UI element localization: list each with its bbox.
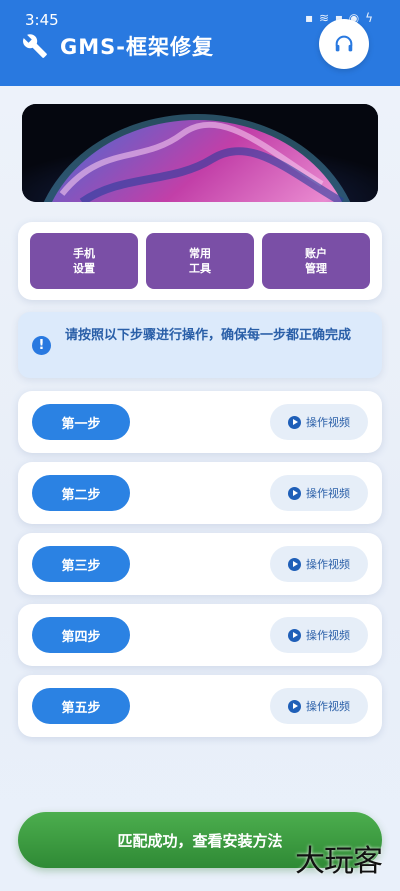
step-3-button[interactable]: 第三步	[32, 546, 130, 582]
support-button[interactable]	[319, 19, 369, 69]
headset-icon	[335, 35, 353, 52]
play-icon	[288, 415, 301, 429]
video-label: 操作视频	[306, 487, 350, 500]
page-title: GMS-框架修复	[60, 35, 214, 59]
app-bar: 3:45 ▪ ≋ ▪ ◉ ϟ GMS-框架修复	[0, 0, 400, 86]
play-icon	[288, 699, 301, 713]
common-tools-button[interactable]: 常用 工具	[146, 233, 254, 289]
step-row: 第五步 操作视频	[18, 675, 382, 737]
quick-tools-card: 手机 设置 常用 工具 账户 管理	[18, 222, 382, 300]
video-label: 操作视频	[306, 629, 350, 642]
info-icon: !	[32, 336, 51, 355]
planet-banner	[22, 104, 378, 202]
step-1-button[interactable]: 第一步	[32, 404, 130, 440]
step-2-video-button[interactable]: 操作视频	[270, 475, 368, 511]
account-management-button[interactable]: 账户 管理	[262, 233, 370, 289]
wrench-icon[interactable]	[22, 33, 48, 59]
step-1-video-button[interactable]: 操作视频	[270, 404, 368, 440]
step-row: 第四步 操作视频	[18, 604, 382, 666]
video-label: 操作视频	[306, 558, 350, 571]
play-icon	[288, 557, 301, 571]
video-label: 操作视频	[306, 700, 350, 713]
step-4-video-button[interactable]: 操作视频	[270, 617, 368, 653]
step-5-button[interactable]: 第五步	[32, 688, 130, 724]
status-time: 3:45	[25, 11, 59, 29]
play-icon	[288, 628, 301, 642]
step-5-video-button[interactable]: 操作视频	[270, 688, 368, 724]
watermark-logo: 大玩客	[295, 844, 383, 879]
step-row: 第二步 操作视频	[18, 462, 382, 524]
step-row: 第一步 操作视频	[18, 391, 382, 453]
play-icon	[288, 486, 301, 500]
step-row: 第三步 操作视频	[18, 533, 382, 595]
notice-text: 请按照以下步骤进行操作，确保每一步都正确完成	[65, 328, 352, 343]
step-3-video-button[interactable]: 操作视频	[270, 546, 368, 582]
step-4-button[interactable]: 第四步	[32, 617, 130, 653]
planet-image	[22, 104, 378, 202]
video-label: 操作视频	[306, 416, 350, 429]
instruction-notice: ! 请按照以下步骤进行操作，确保每一步都正确完成	[18, 312, 382, 378]
phone-settings-button[interactable]: 手机 设置	[30, 233, 138, 289]
step-2-button[interactable]: 第二步	[32, 475, 130, 511]
